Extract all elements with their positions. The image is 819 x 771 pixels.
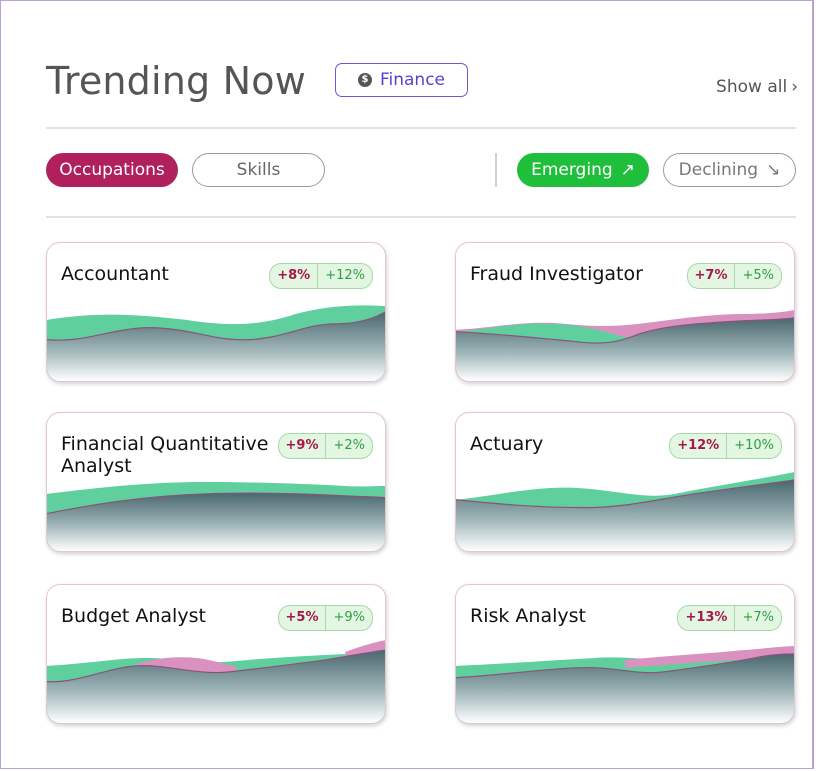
change-badges: +8% +12% [269, 263, 373, 289]
tab-occupations-label: Occupations [59, 160, 165, 180]
change-badges: +12% +10% [669, 433, 782, 459]
change-badges: +9% +2% [277, 433, 373, 459]
change-badge-secondary: +2% [333, 438, 365, 453]
card-title: Actuary [470, 433, 544, 455]
occupation-card[interactable]: Fraud Investigator +7% +5% [455, 242, 795, 382]
change-badge-secondary: +10% [734, 438, 774, 453]
change-badge-secondary: +12% [325, 268, 365, 283]
tab-declining-label: Declining [678, 160, 759, 180]
tab-emerging-label: Emerging [531, 160, 613, 180]
change-badges: +7% +5% [686, 263, 782, 289]
occupation-card[interactable]: Actuary +12% +10% [455, 412, 795, 552]
arrow-up-right-icon: ↗ [620, 160, 635, 180]
arrow-down-right-icon: ↘ [766, 160, 781, 180]
dollar-icon: $ [357, 73, 372, 87]
change-badge-primary: +7% [688, 264, 736, 288]
change-badge-secondary: +5% [742, 268, 774, 283]
tab-declining[interactable]: Declining ↘ [663, 153, 796, 187]
header-divider [46, 127, 796, 129]
finance-chip-label: Finance [379, 70, 446, 90]
show-all-label: Show all [716, 77, 788, 97]
change-badge-primary: +9% [279, 434, 327, 458]
change-badge-primary: +8% [270, 264, 319, 288]
chevron-right-icon: › [791, 77, 798, 97]
filter-divider [46, 216, 796, 218]
change-badge-primary: +5% [279, 606, 327, 630]
occupation-card[interactable]: Financial Quantitative Analyst +9% +2% [46, 412, 386, 552]
card-title: Accountant [61, 263, 169, 285]
panel-header: Trending Now $ Finance Show all › [46, 59, 798, 109]
trending-panel: Trending Now $ Finance Show all › Occupa… [0, 0, 814, 769]
tab-emerging[interactable]: Emerging ↗ [517, 153, 649, 187]
occupation-card[interactable]: Accountant +8% +12% [46, 242, 386, 382]
change-badges: +13% +7% [677, 605, 782, 631]
card-title: Budget Analyst [61, 605, 206, 627]
change-badge-primary: +13% [678, 606, 736, 630]
show-all-link[interactable]: Show all › [716, 77, 798, 97]
filter-separator [495, 153, 497, 187]
page-title: Trending Now [46, 59, 306, 103]
finance-filter-chip[interactable]: $ Finance [335, 63, 468, 97]
filter-bar: Occupations Skills Emerging ↗ Declining … [46, 153, 798, 189]
card-title: Fraud Investigator [470, 263, 643, 285]
occupation-card[interactable]: Budget Analyst +5% +9% [46, 584, 386, 724]
change-badges: +5% +9% [277, 605, 373, 631]
change-badge-secondary: +7% [742, 610, 774, 625]
change-badge-primary: +12% [670, 434, 728, 458]
card-title: Risk Analyst [470, 605, 586, 627]
card-title: Financial Quantitative Analyst [61, 433, 269, 477]
tab-occupations[interactable]: Occupations [46, 153, 178, 187]
change-badge-secondary: +9% [333, 610, 365, 625]
tab-skills[interactable]: Skills [192, 153, 325, 187]
occupation-card[interactable]: Risk Analyst +13% +7% [455, 584, 795, 724]
tab-skills-label: Skills [236, 160, 281, 180]
